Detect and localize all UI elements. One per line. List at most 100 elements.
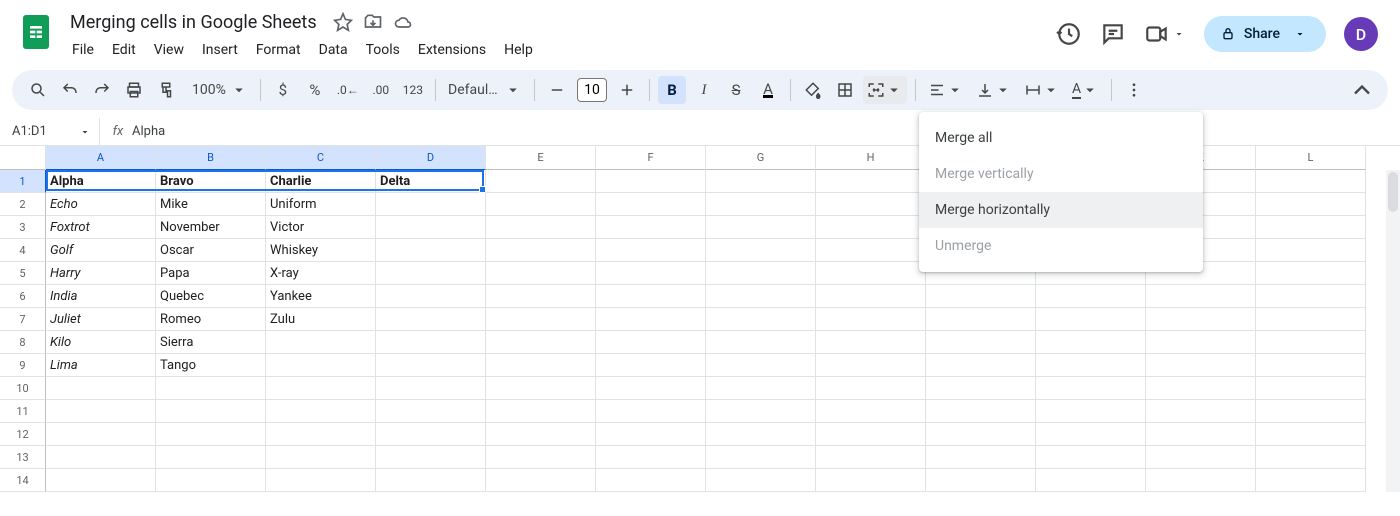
cell-F6[interactable] (596, 285, 706, 308)
cell-E13[interactable] (486, 446, 596, 469)
cell-C3[interactable]: Victor (266, 216, 376, 239)
cell-F4[interactable] (596, 239, 706, 262)
column-header-H[interactable]: H (816, 146, 926, 170)
decrease-font-size-button[interactable] (543, 76, 571, 104)
cell-B8[interactable]: Sierra (156, 331, 266, 354)
cell-L2[interactable] (1256, 193, 1366, 216)
cell-G10[interactable] (706, 377, 816, 400)
column-header-D[interactable]: D (376, 146, 486, 170)
strikethrough-button[interactable]: S (722, 76, 750, 104)
row-header-11[interactable]: 11 (0, 400, 46, 423)
cell-A5[interactable]: Harry (46, 262, 156, 285)
cell-L12[interactable] (1256, 423, 1366, 446)
horizontal-align-button[interactable] (924, 76, 968, 104)
cell-E10[interactable] (486, 377, 596, 400)
menu-view[interactable]: View (146, 38, 192, 62)
cell-J8[interactable] (1036, 331, 1146, 354)
cell-E11[interactable] (486, 400, 596, 423)
cell-H5[interactable] (816, 262, 926, 285)
cell-G9[interactable] (706, 354, 816, 377)
cell-H7[interactable] (816, 308, 926, 331)
cell-G6[interactable] (706, 285, 816, 308)
cell-A6[interactable]: India (46, 285, 156, 308)
menu-insert[interactable]: Insert (194, 38, 246, 62)
column-header-F[interactable]: F (596, 146, 706, 170)
text-wrap-button[interactable] (1020, 76, 1064, 104)
cell-B5[interactable]: Papa (156, 262, 266, 285)
row-header-2[interactable]: 2 (0, 193, 46, 216)
cell-H9[interactable] (816, 354, 926, 377)
history-icon[interactable] (1056, 21, 1082, 47)
bold-button[interactable]: B (658, 76, 686, 104)
cell-D12[interactable] (376, 423, 486, 446)
share-dropdown-icon[interactable] (1288, 28, 1312, 40)
cell-I10[interactable] (926, 377, 1036, 400)
cell-G7[interactable] (706, 308, 816, 331)
cell-H14[interactable] (816, 469, 926, 492)
cell-G4[interactable] (706, 239, 816, 262)
cell-D7[interactable] (376, 308, 486, 331)
menu-tools[interactable]: Tools (358, 38, 408, 62)
cell-A2[interactable]: Echo (46, 193, 156, 216)
cell-C12[interactable] (266, 423, 376, 446)
cell-K7[interactable] (1146, 308, 1256, 331)
name-box[interactable]: A1:D1 (0, 118, 100, 145)
cell-B2[interactable]: Mike (156, 193, 266, 216)
cell-K8[interactable] (1146, 331, 1256, 354)
row-header-7[interactable]: 7 (0, 308, 46, 331)
cell-F2[interactable] (596, 193, 706, 216)
cell-D9[interactable] (376, 354, 486, 377)
cell-L14[interactable] (1256, 469, 1366, 492)
cell-J13[interactable] (1036, 446, 1146, 469)
cell-F10[interactable] (596, 377, 706, 400)
row-header-10[interactable]: 10 (0, 377, 46, 400)
cell-D4[interactable] (376, 239, 486, 262)
cell-C13[interactable] (266, 446, 376, 469)
cell-H4[interactable] (816, 239, 926, 262)
column-header-B[interactable]: B (156, 146, 266, 170)
row-header-9[interactable]: 9 (0, 354, 46, 377)
cell-C6[interactable]: Yankee (266, 285, 376, 308)
row-header-6[interactable]: 6 (0, 285, 46, 308)
italic-button[interactable]: I (690, 76, 718, 104)
cell-F1[interactable] (596, 170, 706, 193)
cell-D10[interactable] (376, 377, 486, 400)
cell-C11[interactable] (266, 400, 376, 423)
sheets-logo[interactable] (16, 12, 56, 52)
cell-J10[interactable] (1036, 377, 1146, 400)
paint-format-button[interactable] (152, 76, 180, 104)
cell-B7[interactable]: Romeo (156, 308, 266, 331)
cell-B13[interactable] (156, 446, 266, 469)
cell-J9[interactable] (1036, 354, 1146, 377)
row-header-14[interactable]: 14 (0, 469, 46, 492)
cell-L9[interactable] (1256, 354, 1366, 377)
more-toolbar-button[interactable] (1120, 76, 1148, 104)
cell-J6[interactable] (1036, 285, 1146, 308)
menu-file[interactable]: File (64, 38, 102, 62)
cell-B9[interactable]: Tango (156, 354, 266, 377)
cell-H8[interactable] (816, 331, 926, 354)
cell-D2[interactable] (376, 193, 486, 216)
cell-F14[interactable] (596, 469, 706, 492)
cell-K12[interactable] (1146, 423, 1256, 446)
menu-format[interactable]: Format (248, 38, 309, 62)
cell-J12[interactable] (1036, 423, 1146, 446)
percent-button[interactable]: % (301, 76, 329, 104)
cell-D1[interactable]: Delta (376, 170, 486, 193)
cell-B4[interactable]: Oscar (156, 239, 266, 262)
cell-J14[interactable] (1036, 469, 1146, 492)
column-header-E[interactable]: E (486, 146, 596, 170)
cell-E14[interactable] (486, 469, 596, 492)
vertical-align-button[interactable] (972, 76, 1016, 104)
cell-C9[interactable] (266, 354, 376, 377)
column-header-L[interactable]: L (1256, 146, 1366, 170)
cell-J11[interactable] (1036, 400, 1146, 423)
cell-J7[interactable] (1036, 308, 1146, 331)
cell-F3[interactable] (596, 216, 706, 239)
meet-dropdown-icon[interactable] (1172, 21, 1186, 47)
undo-button[interactable] (56, 76, 84, 104)
cell-A10[interactable] (46, 377, 156, 400)
cell-F5[interactable] (596, 262, 706, 285)
cell-E9[interactable] (486, 354, 596, 377)
cell-F12[interactable] (596, 423, 706, 446)
